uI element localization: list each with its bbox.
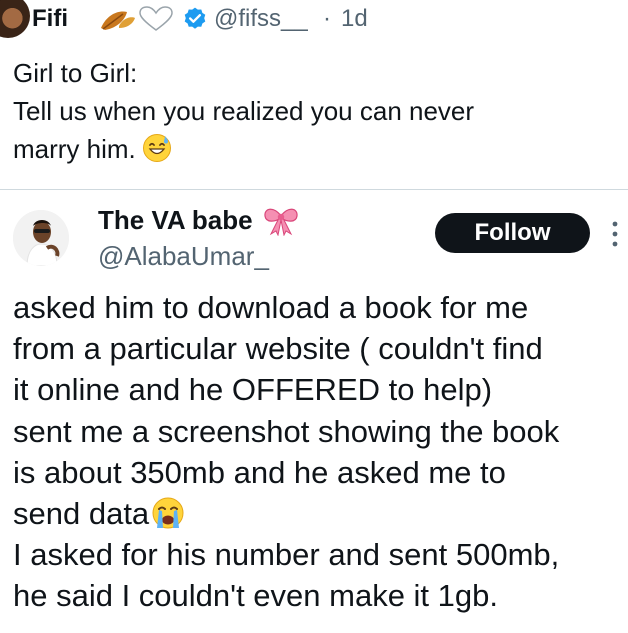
more-vertical-icon[interactable] xyxy=(608,218,622,250)
tweet-text-line: Tell us when you realized you can never xyxy=(13,96,475,126)
follow-button[interactable]: Follow xyxy=(435,213,590,253)
divider xyxy=(0,189,628,190)
fallen-leaf-icon xyxy=(101,11,135,30)
tweet-text-line: it online and he OFFERED to help) xyxy=(13,372,493,408)
name-emoji-group xyxy=(101,6,173,31)
user-handle[interactable]: @fifss__ xyxy=(214,5,308,33)
display-name[interactable]: Fifi xyxy=(32,5,68,33)
tweet-text-line: from a particular website ( couldn't fin… xyxy=(13,331,543,367)
tweet-text-line: send data xyxy=(13,493,625,534)
tweet-text-segment: marry him. xyxy=(13,134,136,164)
separator-dot: · xyxy=(323,5,331,32)
sweat-smile-icon xyxy=(142,134,171,162)
tweet-text-line: Girl to Girl: xyxy=(13,58,138,88)
display-name[interactable]: The VA babe xyxy=(98,205,253,236)
timestamp[interactable]: 1d xyxy=(341,5,368,33)
tweet-text-line: he said I couldn't even make it 1gb. xyxy=(13,578,498,614)
avatar[interactable] xyxy=(13,210,69,266)
ribbon-bow-icon xyxy=(264,208,298,236)
tweet-header xyxy=(0,0,628,36)
tweet-text: Girl to Girl: Tell us when you realized … xyxy=(13,54,613,168)
user-handle[interactable]: @AlabaUmar_ xyxy=(98,241,269,272)
white-heart-icon xyxy=(139,6,173,31)
tweet-text-line: asked him to download a book for me xyxy=(13,290,529,325)
tweet-text-line: marry him. xyxy=(13,130,613,168)
tweet-text-segment: send data xyxy=(13,496,150,532)
verified-badge-icon xyxy=(184,7,206,29)
loudly-crying-icon xyxy=(152,497,184,529)
tweet-text: asked him to download a book for me from… xyxy=(13,287,625,617)
tweet-text-line: sent me a screenshot showing the book xyxy=(13,413,560,449)
tweet-text-line: is about 350mb and he asked me to xyxy=(13,454,506,490)
tweet-text-line: I asked for his number and sent 500mb, xyxy=(13,537,560,573)
